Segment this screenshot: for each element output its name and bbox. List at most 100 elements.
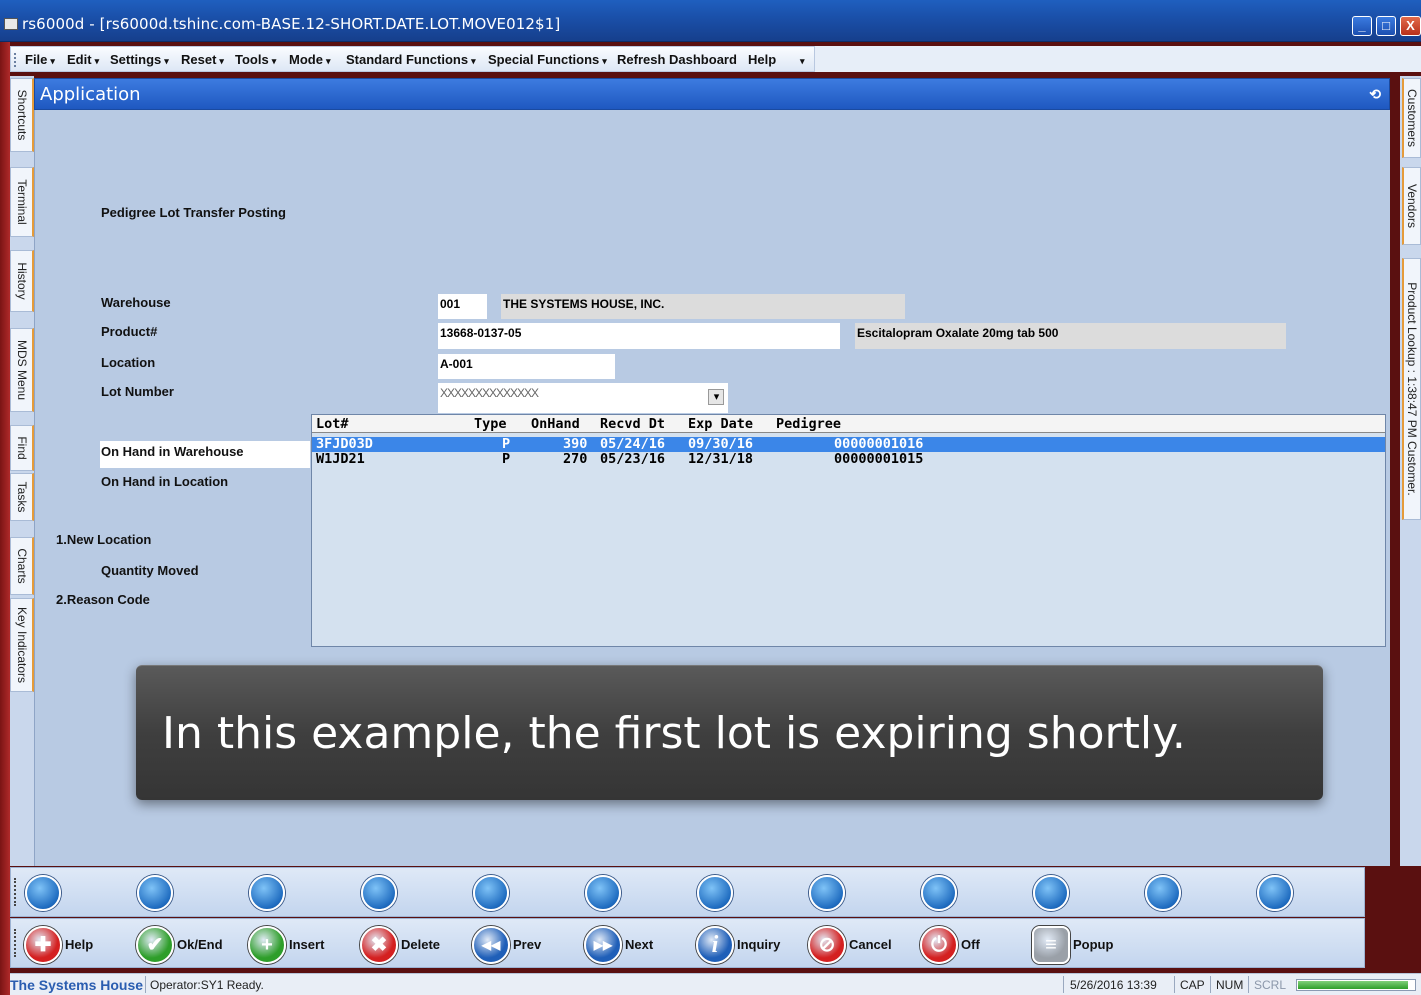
tab-vendors[interactable]: Vendors — [1402, 167, 1421, 245]
progress-bar — [1296, 979, 1416, 991]
progress-fill — [1298, 981, 1409, 989]
product-code-field[interactable]: 13668-0137-05 — [438, 323, 840, 349]
menu-grip-icon[interactable] — [14, 53, 16, 67]
caret-icon: ▾ — [325, 56, 331, 66]
menu-edit[interactable]: Edit ▾ — [67, 52, 99, 67]
restore-icon[interactable]: ⟲ — [1369, 86, 1381, 103]
caps-lock-indicator: CAP — [1180, 978, 1205, 992]
power-icon: ⏻ — [920, 926, 958, 964]
blank-function-key[interactable] — [249, 875, 285, 911]
toolbar-grip-icon[interactable] — [14, 929, 16, 957]
column-header-recvd-dt: Recvd Dt — [600, 416, 666, 432]
maximize-button[interactable]: □ — [1376, 16, 1396, 36]
button-label: Insert — [289, 937, 325, 952]
menu-label: Special Functions — [488, 52, 600, 67]
tab-tasks[interactable]: Tasks — [10, 473, 34, 521]
menu-special-functions[interactable]: Special Functions ▾ — [488, 52, 607, 67]
menu-tools[interactable]: Tools ▾ — [235, 52, 276, 67]
menu-label: Standard Functions — [346, 52, 469, 67]
caret-icon: ▾ — [602, 56, 607, 66]
menu-refresh-dashboard[interactable]: Refresh Dashboard — [617, 52, 737, 67]
button-label: Inquiry — [737, 937, 781, 952]
chevron-down-icon[interactable]: ▾ — [708, 389, 724, 405]
database-icon: ≡ — [1032, 926, 1070, 964]
lot-cell: 3FJD03D — [316, 436, 373, 452]
lot-selection-grid[interactable]: Lot# Type OnHand Recvd Dt Exp Date Pedig… — [311, 414, 1386, 647]
tab-terminal[interactable]: Terminal — [10, 167, 34, 237]
application-header: Application ⟲ — [34, 78, 1390, 110]
warehouse-name-field: THE SYSTEMS HOUSE, INC. — [501, 294, 905, 319]
application-title: Application — [40, 84, 141, 105]
menu-help[interactable]: Help — [748, 52, 776, 67]
menu-label: Refresh Dashboard — [617, 52, 737, 67]
location-label: Location — [101, 355, 156, 370]
blank-function-key[interactable] — [1033, 875, 1069, 911]
chevron-down-icon: ▾ — [800, 56, 805, 66]
close-button[interactable]: X — [1400, 16, 1421, 36]
location-field[interactable]: A-001 — [438, 354, 615, 379]
warehouse-code-field[interactable]: 001 — [438, 294, 487, 319]
blank-function-key[interactable] — [809, 875, 845, 911]
menu-reset[interactable]: Reset ▾ — [181, 52, 224, 67]
tab-label: Charts — [14, 548, 29, 584]
lot-row[interactable]: W1JD21 P 270 05/23/16 12/31/18 000000010… — [312, 452, 1385, 467]
menu-settings[interactable]: Settings ▾ — [110, 52, 169, 67]
menu-label: File — [25, 52, 48, 67]
column-header-onhand: OnHand — [531, 416, 580, 432]
lot-row[interactable]: 3FJD03D P 390 05/24/16 09/30/16 00000001… — [312, 437, 1385, 452]
status-separator — [1210, 976, 1211, 993]
tab-key-indicators[interactable]: Key Indicators — [10, 598, 34, 692]
tab-charts[interactable]: Charts — [10, 537, 34, 595]
tab-find[interactable]: Find — [10, 425, 34, 471]
title-bar: rs6000d - [rs6000d.tshinc.com-BASE.12-SH… — [0, 0, 1421, 42]
tab-label: Key Indicators — [14, 606, 29, 684]
blank-function-key[interactable] — [25, 875, 61, 911]
blank-function-key[interactable] — [137, 875, 173, 911]
blank-function-key[interactable] — [473, 875, 509, 911]
form-heading: Pedigree Lot Transfer Posting — [101, 205, 286, 220]
blank-function-key[interactable] — [361, 875, 397, 911]
status-separator — [145, 976, 146, 993]
window-title: rs6000d - [rs6000d.tshinc.com-BASE.12-SH… — [22, 15, 561, 33]
tab-shortcuts[interactable]: Shortcuts — [10, 78, 34, 152]
menu-overflow[interactable]: ▾ — [797, 52, 805, 67]
status-bar: The Systems House Operator:SY1 Ready. 5/… — [10, 973, 1421, 995]
tab-label: Tasks — [14, 481, 29, 513]
scroll-lock-indicator: SCRL — [1254, 978, 1287, 992]
lot-number-field[interactable]: XXXXXXXXXXXXXX ▾ — [438, 383, 728, 413]
tab-history[interactable]: History — [10, 250, 34, 312]
tab-product-lookup[interactable]: Product Lookup : 1:38:47 PM Customer. — [1402, 258, 1421, 520]
menu-standard-functions[interactable]: Standard Functions ▾ — [346, 52, 476, 67]
lot-number-label: Lot Number — [101, 384, 174, 399]
blank-function-key[interactable] — [697, 875, 733, 911]
button-label: Help — [65, 937, 94, 952]
tab-label: Customers — [1405, 88, 1419, 148]
blank-function-key[interactable] — [1257, 875, 1293, 911]
tab-mds-menu[interactable]: MDS Menu — [10, 328, 34, 412]
menu-file[interactable]: File ▾ — [25, 52, 55, 67]
company-name: The Systems House — [10, 977, 144, 993]
num-lock-indicator: NUM — [1216, 978, 1244, 992]
warehouse-label: Warehouse — [101, 295, 171, 310]
onhand-cell: 270 — [563, 451, 588, 467]
onhand-cell: 390 — [563, 436, 588, 452]
blank-function-key[interactable] — [921, 875, 957, 911]
tab-customers[interactable]: Customers — [1402, 78, 1421, 158]
fast-forward-icon: ▶▶ — [584, 926, 622, 964]
toolbar-grip-icon[interactable] — [14, 878, 16, 906]
blank-function-key[interactable] — [1145, 875, 1181, 911]
minimize-button[interactable]: _ — [1352, 16, 1372, 36]
blank-function-key[interactable] — [585, 875, 621, 911]
menu-mode[interactable]: Mode ▾ — [289, 52, 330, 67]
exp-cell: 09/30/16 — [688, 436, 754, 452]
recvd-cell: 05/23/16 — [600, 451, 666, 467]
caret-icon: ▾ — [94, 56, 100, 66]
function-key-bar-top — [10, 867, 1365, 917]
button-label: Next — [625, 937, 654, 952]
column-header-pedigree: Pedigree — [776, 416, 842, 432]
type-cell: P — [502, 451, 511, 467]
menu-label: Reset — [181, 52, 217, 67]
column-header-type: Type — [474, 416, 507, 432]
menu-bar: File ▾ Edit ▾ Settings ▾ Reset ▾ Tools ▾ Mode… — [10, 46, 815, 72]
quantity-moved-label: Quantity Moved — [101, 563, 199, 578]
